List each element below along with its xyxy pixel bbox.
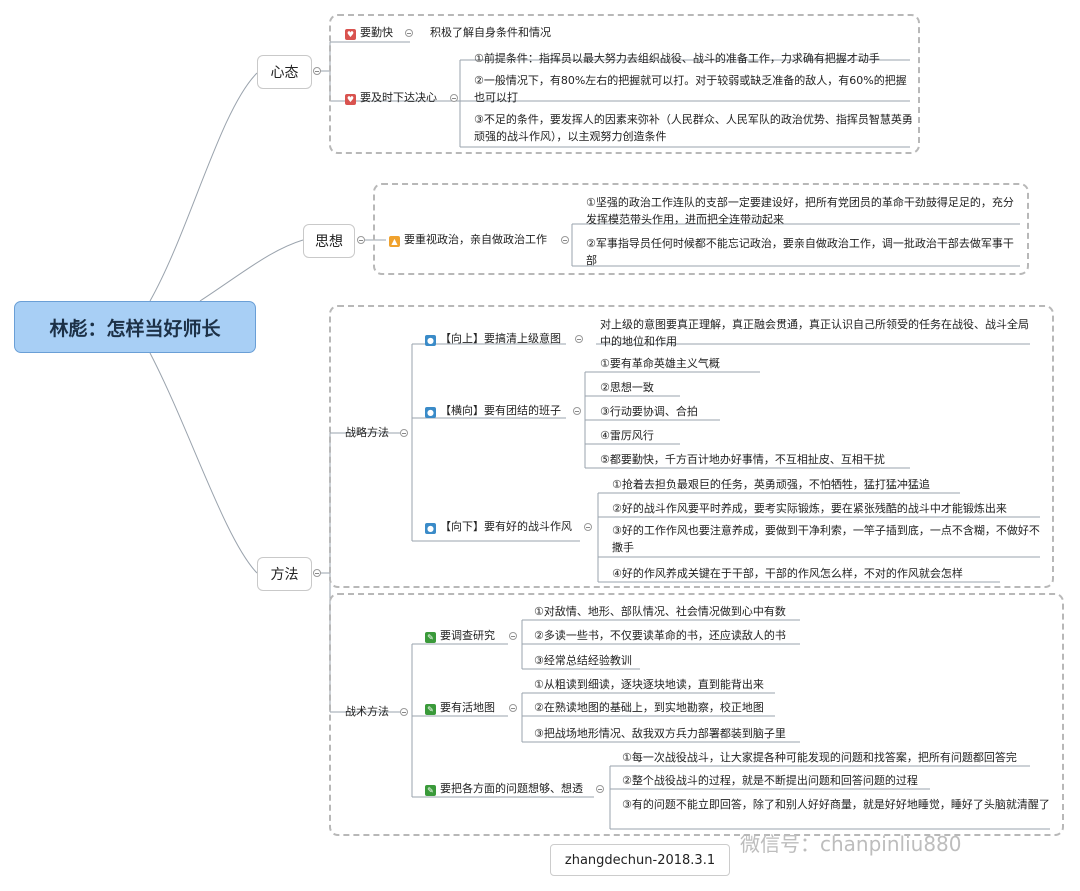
signature-box: zhangdechun-2018.3.1 <box>550 844 730 876</box>
node-tactics[interactable]: 战术方法 <box>345 703 389 720</box>
collapse-icon[interactable] <box>400 429 408 437</box>
pencil-icon: ✎ <box>425 785 436 796</box>
collapse-icon[interactable] <box>313 67 321 75</box>
leaf-item[interactable]: 对上级的意图要真正理解，真正融会贯通，真正认识自己所领受的任务在战役、战斗全局中… <box>600 316 1032 350</box>
leaf-item[interactable]: ③有的问题不能立即回答，除了和别人好好商量，就是好好地睡觉，睡好了头脑就清醒了 <box>622 796 1052 813</box>
heart-icon: ♥ <box>345 29 356 40</box>
leaf-item[interactable]: ③把战场地形情况、敌我双方兵力部署都装到脑子里 <box>534 725 786 742</box>
node-strategy-up[interactable]: ● 【向上】要搞清上级意图 <box>425 330 561 347</box>
leaf-item[interactable]: ②整个战役战斗的过程，就是不断提出问题和回答问题的过程 <box>622 772 918 789</box>
leaf-item[interactable]: ②一般情况下，有80%左右的把握就可以打。对于较弱或缺乏准备的敌人，有60%的把… <box>474 72 914 106</box>
collapse-icon[interactable] <box>575 335 583 343</box>
leaf-item[interactable]: ①抢着去担负最艰巨的任务，英勇顽强，不怕牺牲，猛打猛冲猛追 <box>612 476 930 493</box>
node-tactics-map[interactable]: ✎ 要有活地图 <box>425 699 495 716</box>
node-mindset-decide[interactable]: ♥ 要及时下达决心 <box>345 89 437 106</box>
leaf-item[interactable]: ③不足的条件，要发挥人的因素来弥补（人民群众、人民军队的政治优势、指挥员智慧英勇… <box>474 111 914 145</box>
collapse-icon[interactable] <box>313 569 321 577</box>
topic-method[interactable]: 方法 <box>257 557 312 591</box>
node-strategy-across[interactable]: ● 【横向】要有团结的班子 <box>425 402 561 419</box>
leaf-item[interactable]: ②多读一些书，不仅要读革命的书，还应读敌人的书 <box>534 627 786 644</box>
node-tactics-research[interactable]: ✎ 要调查研究 <box>425 627 495 644</box>
leaf-item[interactable]: ②思想一致 <box>600 379 654 396</box>
root-topic[interactable]: 林彪：怎样当好师长 <box>14 301 256 353</box>
node-strategy[interactable]: 战略方法 <box>345 424 389 441</box>
leaf-item[interactable]: ①从粗读到细读，逐块逐块地读，直到能背出来 <box>534 676 764 693</box>
leaf-item[interactable]: ③行动要协调、合拍 <box>600 403 698 420</box>
collapse-icon[interactable] <box>405 29 413 37</box>
leaf-item[interactable]: ②军事指导员任何时候都不能忘记政治，要亲自做政治工作，调一批政治干部去做军事干部 <box>586 235 1021 269</box>
leaf-item[interactable]: ①要有革命英雄主义气概 <box>600 355 720 372</box>
topic-thought[interactable]: 思想 <box>303 224 355 258</box>
person-icon: ● <box>425 407 436 418</box>
topic-mindset[interactable]: 心态 <box>257 55 312 89</box>
leaf-item[interactable]: ①坚强的政治工作连队的支部一定要建设好，把所有党团员的革命干劲鼓得足足的，充分发… <box>586 194 1021 228</box>
person-icon: ● <box>425 523 436 534</box>
leaf-item[interactable]: ④好的作风养成关键在于干部，干部的作风怎么样，不对的作风就会怎样 <box>612 565 963 582</box>
collapse-icon[interactable] <box>561 236 569 244</box>
node-politics[interactable]: ▲ 要重视政治，亲自做政治工作 <box>389 231 547 248</box>
pencil-icon: ✎ <box>425 632 436 643</box>
node-mindset-diligent[interactable]: ♥ 要勤快 <box>345 24 393 41</box>
collapse-icon[interactable] <box>509 632 517 640</box>
collapse-icon[interactable] <box>450 94 458 102</box>
watermark: 微信号：chanpinliu880 <box>740 832 962 856</box>
node-strategy-down[interactable]: ● 【向下】要有好的战斗作风 <box>425 518 572 535</box>
leaf-item[interactable]: ①前提条件：指挥员以最大努力去组织战役、战斗的准备工作，力求确有把握才动手 <box>474 50 914 67</box>
leaf-item[interactable]: ①每一次战役战斗，让大家提各种可能发现的问题和找答案，把所有问题都回答完 <box>622 749 1017 766</box>
leaf-item[interactable]: ②在熟读地图的基础上，到实地勘察，校正地图 <box>534 699 764 716</box>
heart-icon: ♥ <box>345 94 356 105</box>
collapse-icon[interactable] <box>400 708 408 716</box>
person-icon: ● <box>425 335 436 346</box>
leaf-item[interactable]: ①对敌情、地形、部队情况、社会情况做到心中有数 <box>534 603 786 620</box>
leaf-item[interactable]: ②好的战斗作风要平时养成，要考实际锻炼，要在紧张残酷的战斗中才能锻炼出来 <box>612 500 1007 517</box>
leaf-item[interactable]: ③经常总结经验教训 <box>534 652 632 669</box>
collapse-icon[interactable] <box>573 407 581 415</box>
collapse-icon[interactable] <box>584 523 592 531</box>
leaf-item[interactable]: ④雷厉风行 <box>600 427 654 444</box>
thumbs-up-icon: ▲ <box>389 236 400 247</box>
leaf-item[interactable]: ⑤都要勤快，千方百计地办好事情，不互相扯皮、互相干扰 <box>600 451 885 468</box>
leaf-item[interactable]: ③好的工作作风也要注意养成，要做到干净利索，一竿子插到底，一点不含糊，不做好不撒… <box>612 522 1042 556</box>
node-tactics-think[interactable]: ✎ 要把各方面的问题想够、想透 <box>425 780 583 797</box>
pencil-icon: ✎ <box>425 704 436 715</box>
collapse-icon[interactable] <box>357 236 365 244</box>
node-mindset-diligent-note[interactable]: 积极了解自身条件和情况 <box>430 24 551 41</box>
collapse-icon[interactable] <box>509 704 517 712</box>
collapse-icon[interactable] <box>596 785 604 793</box>
